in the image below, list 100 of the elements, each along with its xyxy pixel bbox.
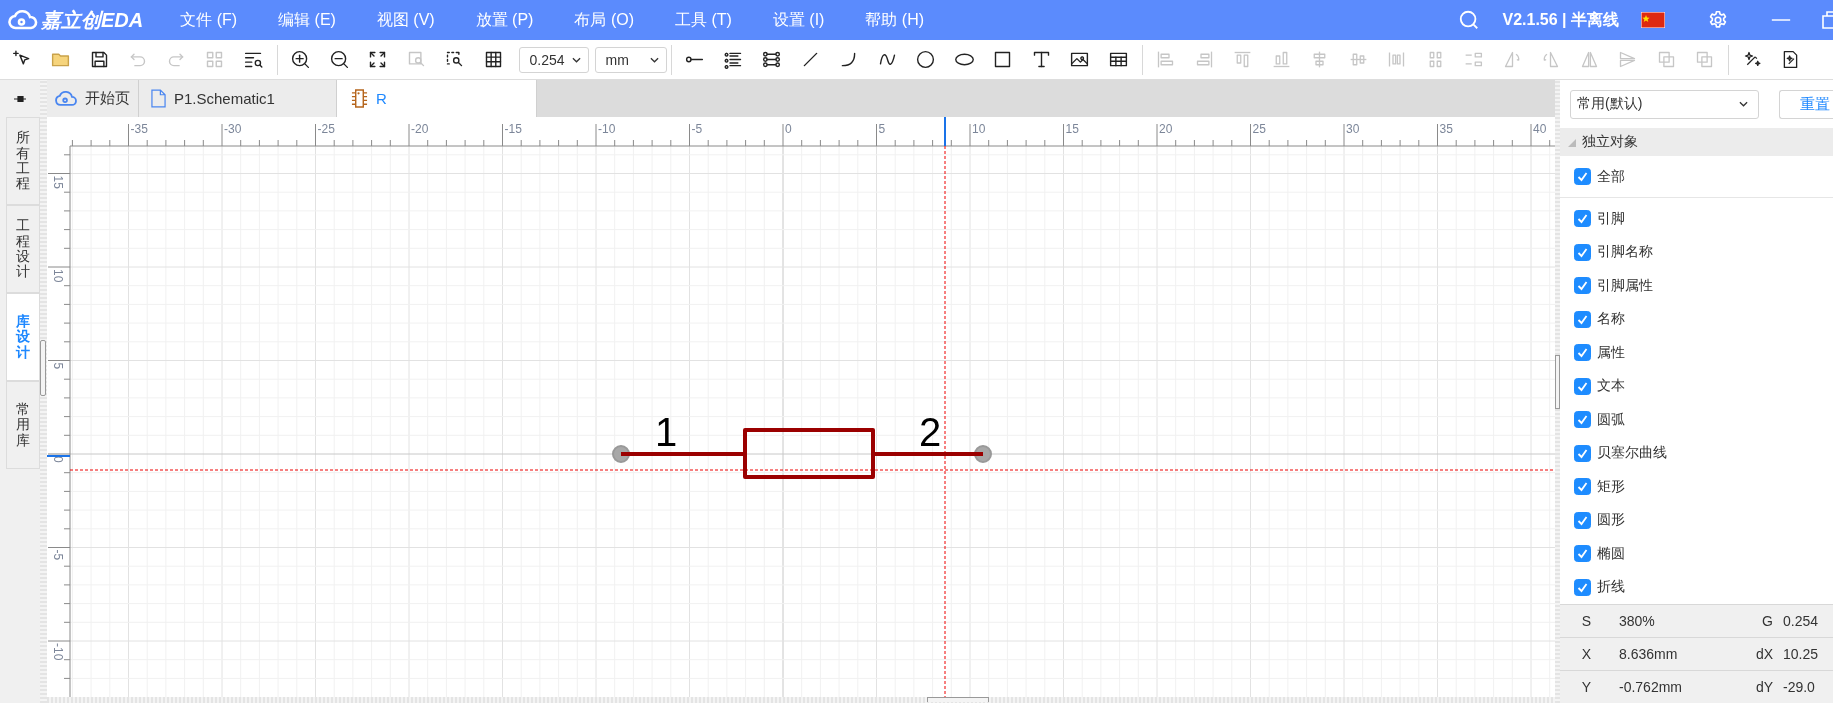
collapse-handle[interactable] [1555,355,1560,409]
menu-item[interactable]: 帮助 (H) [861,7,929,33]
status-value: 10.25 [1782,646,1820,662]
unit-dropdown[interactable]: mm [594,46,667,73]
checkbox-label: 圆形 [1597,511,1625,530]
checkbox[interactable] [1574,478,1591,496]
section-header[interactable]: 独立对象 [1560,128,1833,156]
ruler-label: -10 [51,643,65,661]
caret-icon [1739,101,1748,107]
ruler-label: -20 [411,122,429,136]
checkbox-label: 名称 [1597,310,1625,329]
status-value: 8.636mm [1618,646,1679,662]
checkbox[interactable] [1574,578,1591,596]
checkbox-label: 引脚 [1597,209,1625,228]
cloud-icon [8,9,38,31]
ruler-label: 30 [1346,122,1360,136]
checkbox-label: 引脚名称 [1597,243,1653,262]
menu-item[interactable]: 工具 (T) [671,7,736,33]
status-label: dY [1754,679,1773,695]
ruler-label: 15 [1065,122,1079,136]
checkbox[interactable] [1574,243,1591,261]
menu-item[interactable]: 编辑 (E) [274,7,340,33]
menu-item[interactable]: 放置 (P) [471,7,538,33]
document-tab[interactable]: R [337,80,537,117]
version-label: V2.1.56 | 半离线 [1502,9,1619,30]
side-tab[interactable]: 常用库 [5,381,40,469]
grid-size-dropdown[interactable]: 0.254 [518,46,589,73]
ruler-label: -30 [224,122,242,136]
app-logo: 嘉立创EDA [41,7,144,33]
menu-item[interactable]: 文件 (F) [176,7,242,33]
ruler-label: 25 [1252,122,1266,136]
ruler-label: -35 [130,122,148,136]
checkbox[interactable] [1574,377,1591,395]
settings-icon[interactable] [1707,9,1729,31]
checkbox-label: 属性 [1597,343,1625,362]
flag-icon[interactable] [1641,12,1665,28]
ruler-label: 35 [1439,122,1453,136]
status-label: dX [1754,646,1773,662]
side-tab[interactable]: 工程设计 [5,205,40,293]
ruler-label: 0 [51,456,65,463]
cursor-marker [47,455,71,457]
status-value: 0.254 [1782,613,1820,629]
ruler-label: 5 [878,122,886,136]
checkbox[interactable] [1574,310,1591,328]
ruler-label: -15 [504,122,522,136]
ruler-label: 10 [51,269,65,283]
menu-item[interactable]: 设置 (I) [768,7,829,33]
drawing-canvas[interactable]: -35 -30 -25 -20 -15 -10 -5 0 5 10 15 20 25 30 35 40 15 10 5 0 -5 -10 1 2 [47,117,1555,697]
menu-item[interactable]: 布局 (O) [570,7,638,33]
pin-icon[interactable] [13,94,27,103]
caret-icon [649,56,659,63]
collapse-handle[interactable] [40,340,46,396]
checkbox-label: 折线 [1597,578,1625,597]
checkbox[interactable] [1574,545,1591,563]
checkbox[interactable] [1574,511,1591,529]
reset-button[interactable]: 重置 [1779,89,1833,119]
status-value: -0.762mm [1618,679,1684,695]
triangle-icon [1568,139,1576,147]
checkbox-label: 文本 [1597,377,1625,396]
restore-icon[interactable] [1821,9,1833,31]
ruler-label: 5 [51,362,65,370]
menu-item[interactable]: 视图 (V) [372,7,439,33]
checkbox[interactable] [1574,344,1591,362]
document-tab[interactable]: 开始页 [47,80,139,117]
checkbox-label: 贝塞尔曲线 [1597,444,1667,463]
side-tab[interactable]: 库设计 [5,293,40,381]
ruler-label: -5 [51,549,65,561]
checkbox-label: 圆弧 [1597,410,1625,429]
status-label: S [1580,613,1593,629]
preset-dropdown[interactable]: 常用(默认) [1570,89,1759,119]
ruler-label: 0 [785,122,792,136]
checkbox-label: 椭圆 [1597,544,1625,563]
side-tab[interactable]: 所有工程 [5,117,40,205]
pin-number: 1 [655,410,678,454]
caret-icon [571,56,581,63]
checkbox-label: 全部 [1597,167,1625,186]
cloud-icon [55,90,77,107]
ruler-label: -10 [598,122,616,136]
checkbox[interactable] [1574,277,1591,295]
ruler-label: 40 [1533,122,1547,136]
document-tab[interactable]: P1.Schematic1 [139,80,337,117]
status-label: G [1761,613,1773,629]
ruler-label: 10 [972,122,986,136]
checkbox[interactable] [1574,411,1591,429]
checkbox-label: 矩形 [1597,477,1625,496]
checkbox[interactable] [1574,168,1591,185]
cursor-marker [944,117,946,147]
status-label: X [1580,646,1593,662]
search-icon[interactable] [1458,9,1481,31]
ruler-label: -5 [691,122,703,136]
ruler-label: 20 [1159,122,1173,136]
ruler-label: 15 [51,175,65,189]
checkbox[interactable] [1574,444,1591,462]
status-value: 380% [1618,613,1656,629]
document-icon [151,89,166,108]
chip-icon [351,89,368,108]
collapse-handle[interactable] [927,697,989,702]
ruler-label: -25 [317,122,335,136]
status-label: Y [1580,679,1593,695]
checkbox[interactable] [1574,210,1591,228]
